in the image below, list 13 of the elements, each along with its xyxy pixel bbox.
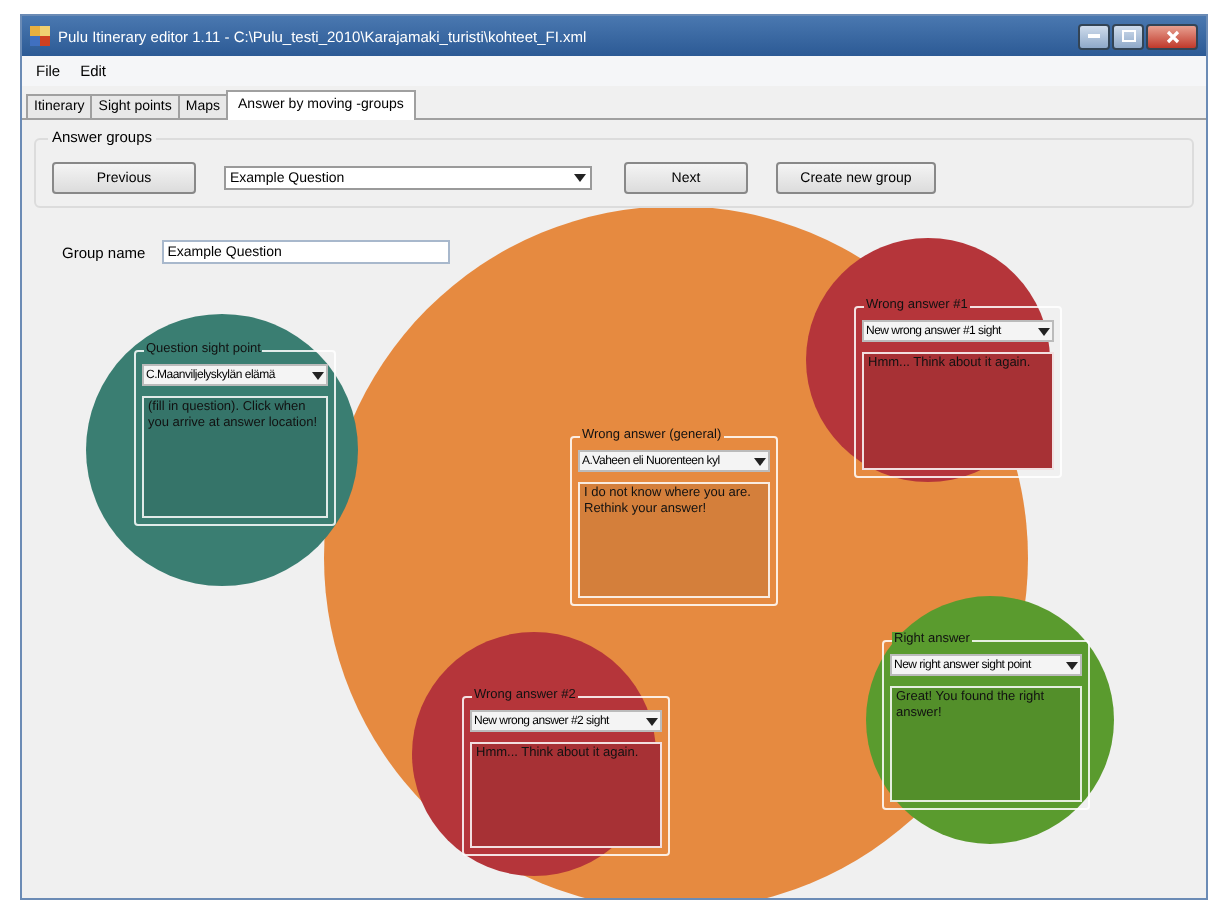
close-button[interactable] <box>1146 23 1198 49</box>
dropdown-arrow-icon <box>754 457 766 465</box>
dropdown-arrow-icon <box>312 371 324 379</box>
dropdown-arrow-icon <box>1038 327 1050 335</box>
dropdown-arrow-icon <box>574 174 586 182</box>
minimize-button[interactable] <box>1078 23 1110 49</box>
maximize-button[interactable] <box>1112 23 1144 49</box>
maximize-icon <box>1121 30 1135 42</box>
app-icon <box>30 26 50 46</box>
dropdown-arrow-icon <box>646 717 658 725</box>
minimize-icon <box>1088 34 1100 38</box>
close-icon <box>1165 29 1179 43</box>
dropdown-arrow-icon <box>1066 661 1078 669</box>
